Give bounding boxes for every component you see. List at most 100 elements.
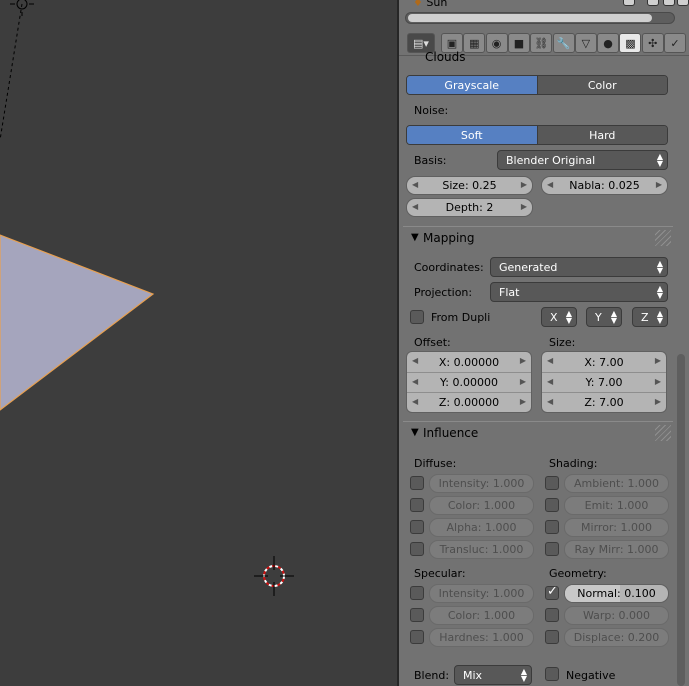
scrollbar-thumb[interactable] — [408, 14, 652, 22]
shading-slider-0[interactable]: Ambient: 1.000 — [564, 474, 669, 493]
increment-arrow-icon[interactable]: ▶ — [521, 180, 527, 189]
drag-grip-icon[interactable] — [655, 425, 671, 441]
increment-arrow-icon[interactable]: ▶ — [521, 202, 527, 211]
influence-header[interactable]: ▼ Influence — [403, 421, 673, 443]
specular-checkbox-1[interactable] — [410, 608, 424, 622]
shading-slider-3[interactable]: Ray Mirr: 1.000 — [564, 540, 669, 559]
color-mode-toggle: Grayscale Color — [406, 75, 668, 95]
coordinates-dropdown[interactable]: Generated ▲ ▼ — [490, 257, 668, 277]
specular-checkbox-2[interactable] — [410, 630, 424, 644]
increment-arrow-icon[interactable]: ▶ — [656, 180, 662, 189]
lamp-object-icon: ♦ — [413, 0, 423, 9]
shading-checkbox-2[interactable] — [545, 520, 559, 534]
render-icon[interactable] — [663, 0, 675, 6]
offset-z-field[interactable]: ◀ Z: 0.00000 ▶ — [407, 392, 531, 412]
decrement-arrow-icon[interactable]: ◀ — [412, 397, 418, 406]
shading-checkbox-3[interactable] — [545, 542, 559, 556]
constraints-tab[interactable]: ⛓ — [530, 33, 553, 53]
increment-arrow-icon[interactable]: ▶ — [655, 356, 661, 365]
dropdown-arrows-icon: ▲ ▼ — [565, 309, 572, 325]
specular-checkbox-0[interactable] — [410, 586, 424, 600]
offset-y-field[interactable]: ◀ Y: 0.00000 ▶ — [407, 372, 531, 392]
texture-tab[interactable]: ▩ — [619, 33, 642, 53]
size-z-field[interactable]: ◀ Z: 7.00 ▶ — [542, 392, 666, 412]
diffuse-checkbox-1[interactable] — [410, 498, 424, 512]
increment-arrow-icon[interactable]: ▶ — [520, 397, 526, 406]
offset-x-value: X: 0.00000 — [438, 355, 500, 369]
modifiers-tab[interactable]: 🔧 — [552, 33, 575, 53]
collapse-triangle-icon[interactable]: ▼ — [411, 232, 419, 243]
collapse-triangle-icon[interactable]: ▼ — [411, 427, 419, 438]
decrement-arrow-icon[interactable]: ◀ — [547, 180, 553, 189]
dropdown-arrows-icon: ▲ ▼ — [656, 284, 663, 300]
3d-viewport[interactable] — [0, 0, 397, 686]
axis-y-value: Y — [595, 310, 602, 324]
decrement-arrow-icon[interactable]: ◀ — [412, 356, 418, 365]
horizontal-scrollbar[interactable] — [405, 12, 675, 24]
increment-arrow-icon[interactable]: ▶ — [520, 356, 526, 365]
specular-slider-2[interactable]: Hardnes: 1.000 — [429, 628, 534, 647]
geometry-slider-2[interactable]: Displace: 0.200 — [564, 628, 669, 647]
decrement-arrow-icon[interactable]: ◀ — [547, 397, 553, 406]
decrement-arrow-icon[interactable]: ◀ — [412, 180, 418, 189]
decrement-arrow-icon[interactable]: ◀ — [412, 202, 418, 211]
shading-checkbox-0[interactable] — [545, 476, 559, 490]
material-tab[interactable]: ● — [597, 33, 620, 53]
offset-x-field[interactable]: ◀ X: 0.00000 ▶ — [407, 352, 531, 372]
shading-checkbox-1[interactable] — [545, 498, 559, 512]
data-tab[interactable]: ▽ — [574, 33, 597, 53]
from-dupli-checkbox[interactable] — [410, 310, 424, 324]
object-tab[interactable]: ■ — [507, 33, 530, 53]
increment-arrow-icon[interactable]: ▶ — [520, 377, 526, 386]
decrement-arrow-icon[interactable]: ◀ — [412, 377, 418, 386]
decrement-arrow-icon[interactable]: ◀ — [547, 377, 553, 386]
pointer-icon[interactable] — [623, 0, 635, 6]
depth-field[interactable]: ◀ Depth: 2 ▶ — [406, 198, 533, 217]
size-y-field[interactable]: ◀ Y: 7.00 ▶ — [542, 372, 666, 392]
diffuse-slider-0[interactable]: Intensity: 1.000 — [429, 474, 534, 493]
basis-value: Blender Original — [506, 153, 596, 167]
blend-dropdown[interactable]: Mix ▲ ▼ — [454, 665, 532, 685]
diffuse-checkbox-0[interactable] — [410, 476, 424, 490]
increment-arrow-icon[interactable]: ▶ — [655, 377, 661, 386]
geometry-checkbox-0[interactable] — [545, 584, 559, 600]
particles-tab[interactable]: ✣ — [641, 33, 664, 53]
color-button[interactable]: Color — [536, 76, 667, 94]
diffuse-slider-2[interactable]: Alpha: 1.000 — [429, 518, 534, 537]
more-icon[interactable] — [677, 0, 689, 6]
world-tab[interactable]: ◉ — [485, 33, 508, 53]
shading-slider-2[interactable]: Mirror: 1.000 — [564, 518, 669, 537]
specular-slider-1[interactable]: Color: 1.000 — [429, 606, 534, 625]
increment-arrow-icon[interactable]: ▶ — [655, 397, 661, 406]
diffuse-checkbox-3[interactable] — [410, 542, 424, 556]
diffuse-slider-3[interactable]: Transluc: 1.000 — [429, 540, 534, 559]
geometry-checkbox-2[interactable] — [545, 630, 559, 644]
shading-slider-1[interactable]: Emit: 1.000 — [564, 496, 669, 515]
geometry-slider-0[interactable]: Normal: 0.100 — [564, 584, 669, 603]
size-label: Size: — [549, 336, 576, 349]
soft-button[interactable]: Soft — [407, 126, 537, 144]
material-icon: ● — [603, 36, 613, 50]
diffuse-checkbox-2[interactable] — [410, 520, 424, 534]
mapping-header[interactable]: ▼ Mapping — [403, 226, 673, 248]
3d-cursor-icon — [254, 556, 294, 596]
hard-button[interactable]: Hard — [536, 126, 667, 144]
grayscale-button[interactable]: Grayscale — [407, 76, 537, 94]
vertical-scrollbar[interactable] — [677, 354, 685, 686]
physics-tab[interactable]: ✓ — [664, 33, 686, 53]
size-field[interactable]: ◀ Size: 0.25 ▶ — [406, 176, 533, 195]
specular-slider-0[interactable]: Intensity: 1.000 — [429, 584, 534, 603]
diffuse-label: Diffuse: — [414, 457, 457, 470]
geometry-slider-1[interactable]: Warp: 0.000 — [564, 606, 669, 625]
decrement-arrow-icon[interactable]: ◀ — [547, 356, 553, 365]
basis-dropdown[interactable]: Blender Original ▲ ▼ — [497, 150, 668, 170]
nabla-field[interactable]: ◀ Nabla: 0.025 ▶ — [541, 176, 668, 195]
negative-checkbox[interactable] — [545, 667, 559, 681]
diffuse-slider-1[interactable]: Color: 1.000 — [429, 496, 534, 515]
geometry-checkbox-1[interactable] — [545, 608, 559, 622]
projection-dropdown[interactable]: Flat ▲ ▼ — [490, 282, 668, 302]
render-layers-tab[interactable]: ▦ — [463, 33, 486, 53]
size-x-field[interactable]: ◀ X: 7.00 ▶ — [542, 352, 666, 372]
drag-grip-icon[interactable] — [655, 230, 671, 246]
cursor-icon[interactable] — [647, 0, 659, 6]
